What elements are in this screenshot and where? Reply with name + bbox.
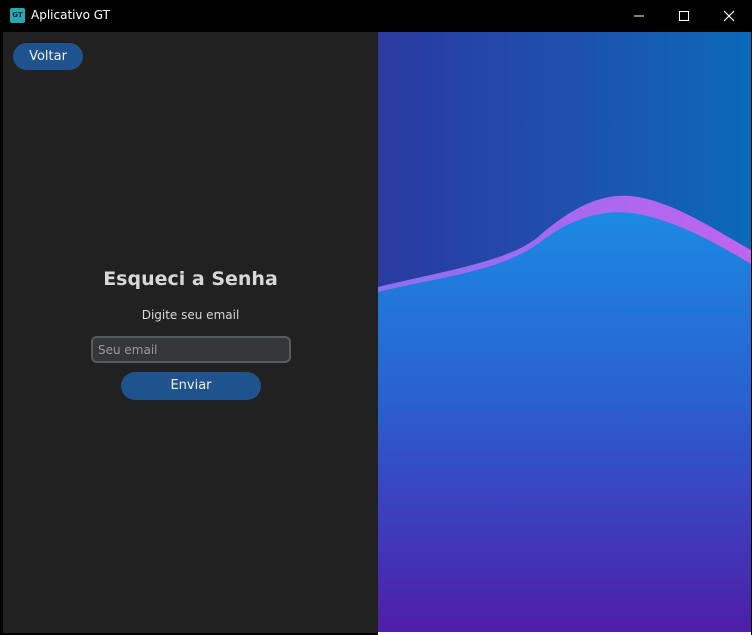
- maximize-icon: [679, 11, 689, 21]
- close-icon: [723, 10, 735, 22]
- wave-illustration: [378, 32, 751, 632]
- form-panel: Voltar Esqueci a Senha Digite seu email …: [3, 32, 378, 633]
- maximize-button[interactable]: [661, 0, 707, 32]
- page-title: Esqueci a Senha: [103, 268, 278, 290]
- app-window: GT Aplicativo GT Voltar Esqueci a Senha …: [0, 0, 752, 635]
- email-field[interactable]: [91, 336, 291, 363]
- minimize-icon: [634, 15, 644, 17]
- app-icon: GT: [10, 8, 25, 23]
- back-button[interactable]: Voltar: [13, 43, 83, 70]
- send-button[interactable]: Enviar: [121, 372, 261, 400]
- title-bar[interactable]: GT Aplicativo GT: [0, 0, 752, 32]
- close-button[interactable]: [706, 0, 752, 32]
- minimize-button[interactable]: [616, 0, 662, 32]
- decorative-wave-panel: [378, 32, 751, 632]
- window-title: Aplicativo GT: [31, 8, 110, 22]
- email-instruction-label: Digite seu email: [141, 308, 240, 322]
